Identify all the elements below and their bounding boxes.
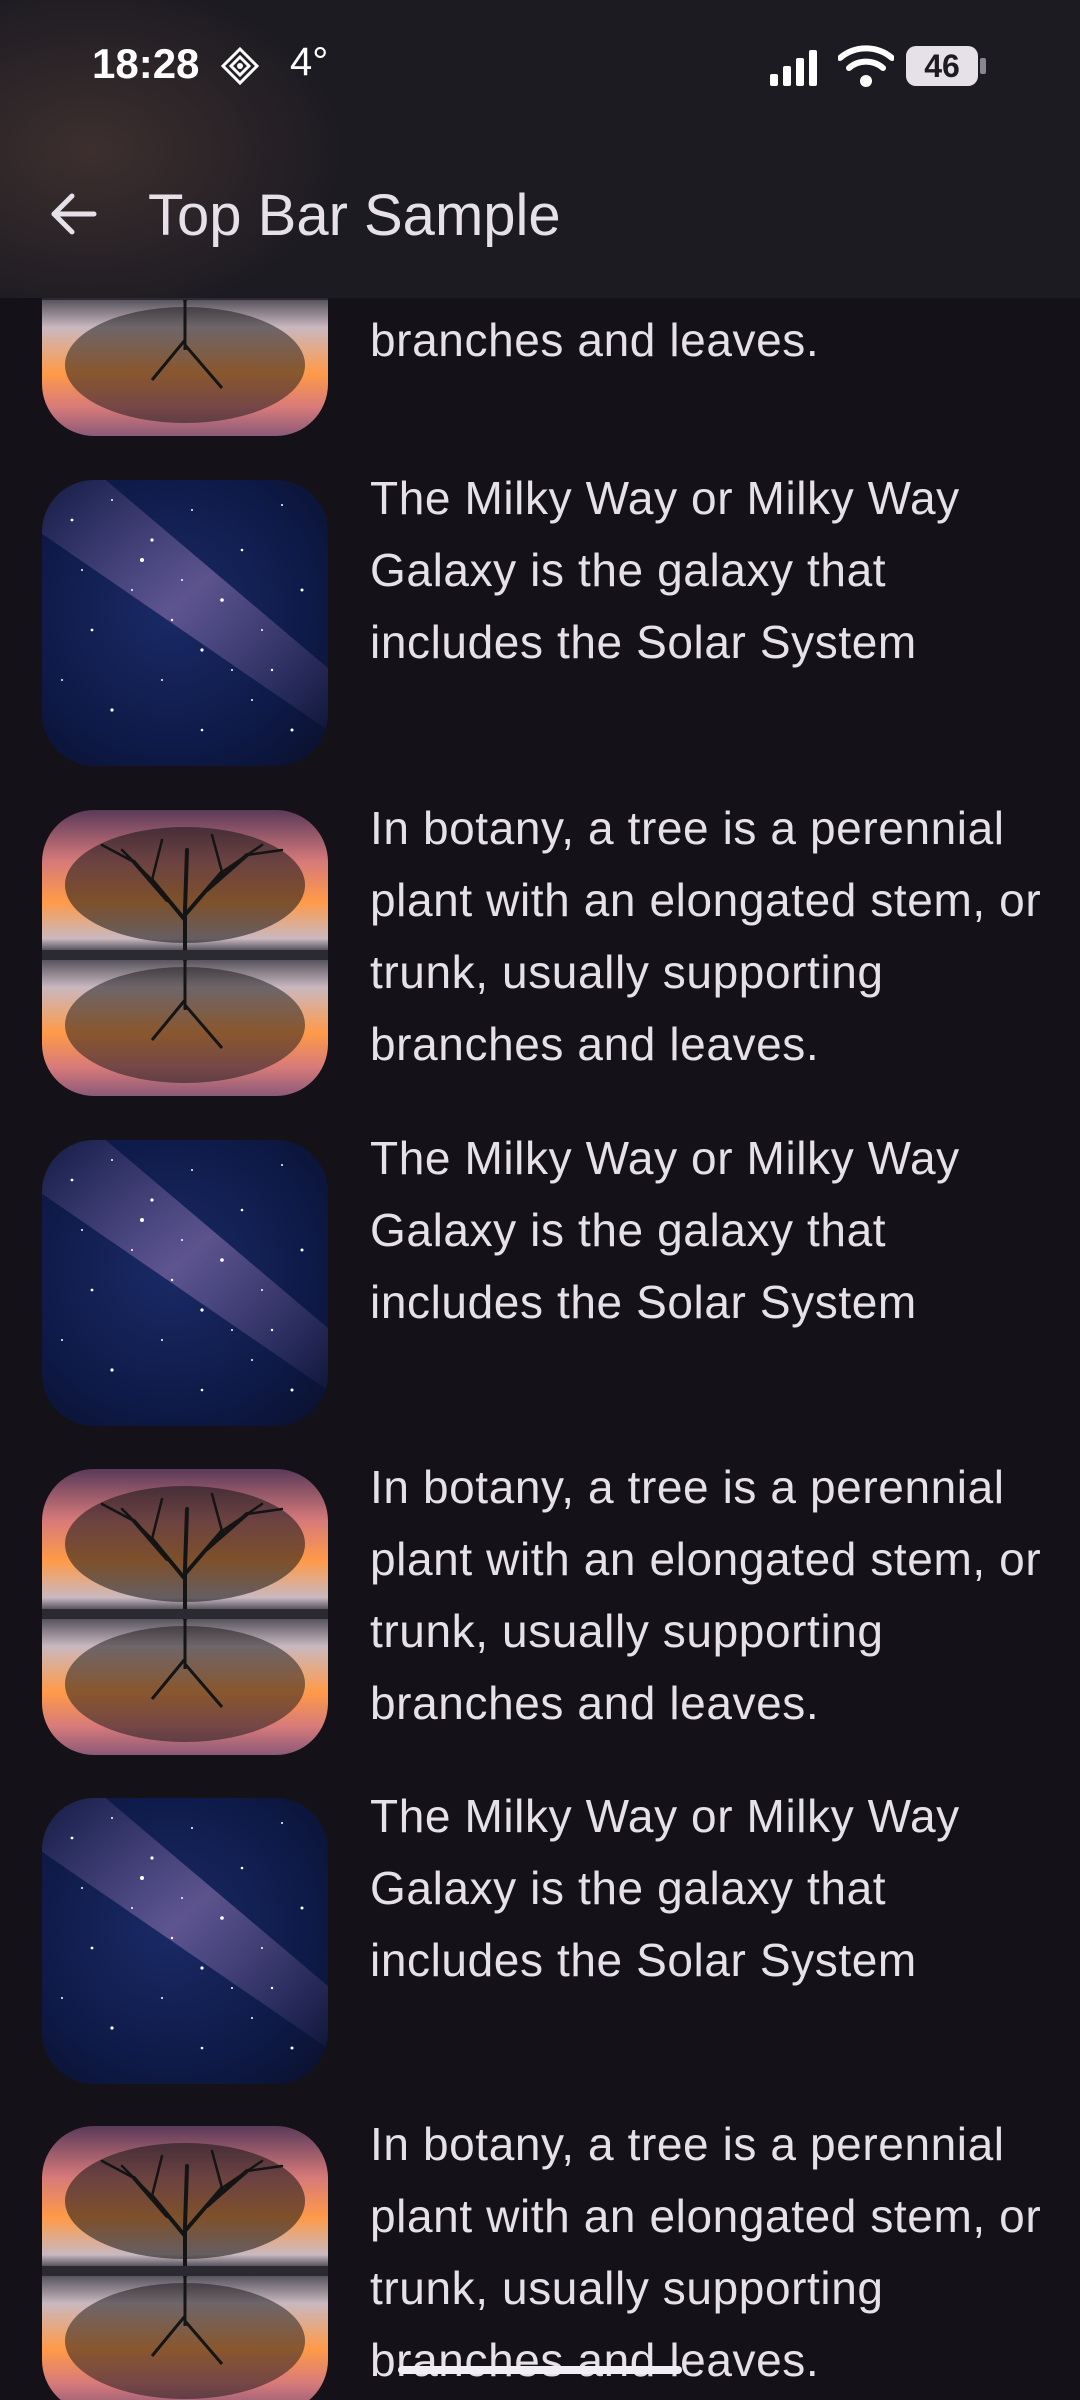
milky-way-image [42,480,328,766]
list-item-text: The Milky Way or Milky Way Galaxy is the… [370,472,960,668]
status-temperature: 4° [290,40,329,84]
list-item-text: In botany, a tree is a perennial plant w… [370,2118,1042,2386]
arrow-back-icon[interactable] [36,176,112,252]
battery-indicator: 46 [906,46,988,86]
status-time: 18:28 [92,40,200,87]
list-item[interactable]: The Milky Way or Milky Way Galaxy is the… [0,1790,1080,2088]
gesture-navigation-bar[interactable] [398,2366,682,2374]
tree-reflection-image [42,2126,328,2400]
list-item-text: In botany, a tree is a perennial plant w… [370,802,1042,1070]
milky-way-image [42,1798,328,2084]
battery-cap [980,58,986,74]
tree-reflection-image [42,810,328,1096]
list-item[interactable]: The Milky Way or Milky Way Galaxy is the… [0,472,1080,770]
list-item[interactable]: In botany, a tree is a perennial plant w… [0,802,1080,1100]
list-item-text: The Milky Way or Milky Way Galaxy is the… [370,1790,960,1986]
status-bar: 18:28 4° 46 [0,0,1080,130]
weather-app-icon [220,46,260,86]
wifi-icon [838,45,894,87]
list-item-text: In botany, a tree is a perennial plant w… [370,1461,1042,1729]
milky-way-image [42,1140,328,1426]
list-item-text: The Milky Way or Milky Way Galaxy is the… [370,1132,960,1328]
tree-reflection-image [42,1469,328,1755]
list-item[interactable]: In botany, a tree is a perennial plant w… [0,1461,1080,1759]
cell-signal-icon [770,50,817,86]
list-item[interactable]: The Milky Way or Milky Way Galaxy is the… [0,1132,1080,1430]
page-title: Top Bar Sample [148,183,561,248]
top-app-bar: 18:28 4° 46 Top Bar Sample [0,0,1080,298]
battery-level: 46 [906,46,978,86]
list-item[interactable]: In botany, a tree is a perennial plant w… [0,2118,1080,2400]
content-list[interactable]: In botany, a tree is a perennial plant w… [0,0,1080,2400]
